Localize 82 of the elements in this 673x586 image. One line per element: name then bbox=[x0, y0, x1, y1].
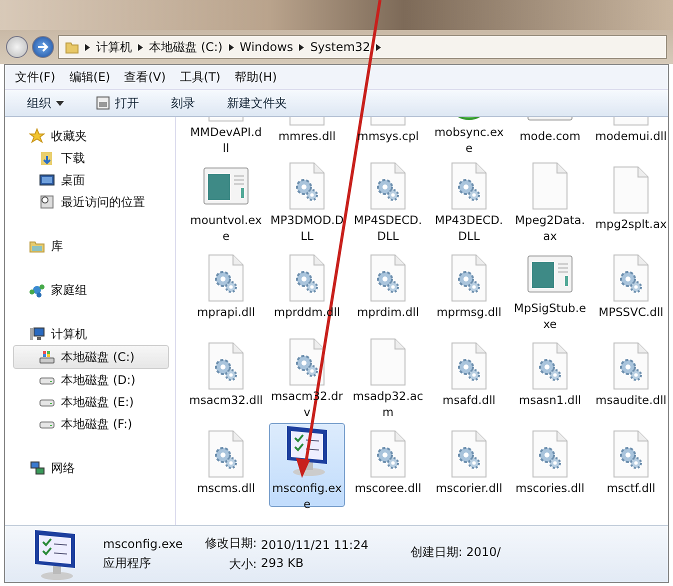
detail-label: 大小: bbox=[228, 556, 257, 573]
chevron-icon bbox=[85, 44, 90, 50]
menu-item[interactable]: 编辑(E) bbox=[69, 68, 110, 86]
desktop-icon bbox=[39, 172, 55, 188]
menu-item[interactable]: 文件(F) bbox=[15, 68, 56, 86]
file-item[interactable]: mmres.dll bbox=[269, 117, 345, 155]
breadcrumb[interactable]: 本地磁盘 (C:) bbox=[149, 38, 223, 56]
detail-label: 创建日期: 2010/ bbox=[410, 544, 501, 560]
network-icon bbox=[29, 460, 45, 476]
breadcrumb[interactable]: System32 bbox=[310, 40, 370, 54]
menu-item[interactable]: 工具(T) bbox=[180, 68, 220, 86]
file-item[interactable]: mountvol.exe bbox=[188, 159, 264, 243]
chevron-icon bbox=[299, 44, 304, 50]
detail-value: 293 KB bbox=[260, 556, 305, 570]
blank-file-icon bbox=[611, 166, 651, 214]
file-item[interactable]: MP43DECD.DLL bbox=[431, 159, 507, 243]
chevron-icon bbox=[376, 44, 382, 50]
arrow-right-icon bbox=[37, 41, 49, 53]
chevron-icon bbox=[228, 44, 234, 50]
toolbar-button[interactable]: 组织 bbox=[25, 92, 66, 114]
file-item[interactable]: MPSSVC.dll bbox=[593, 247, 668, 331]
toolbar-button[interactable]: 打开 bbox=[94, 92, 141, 114]
file-item[interactable]: MMDevAPI.dll bbox=[188, 117, 264, 155]
file-item[interactable]: msadp32.acm bbox=[350, 335, 426, 419]
sidebar-item[interactable]: 本地磁盘 (E:) bbox=[5, 391, 175, 413]
file-item[interactable]: mpg2splt.ax bbox=[593, 159, 668, 243]
sidebar-item[interactable]: 本地磁盘 (C:) bbox=[13, 345, 169, 369]
file-item[interactable]: mprmsg.dll bbox=[431, 247, 507, 331]
file-item[interactable]: msconfig.exe bbox=[269, 423, 345, 507]
menu-item[interactable]: 帮助(H) bbox=[234, 68, 277, 86]
file-type: 应用程序 bbox=[103, 554, 152, 572]
file-item[interactable]: mprdim.dll bbox=[350, 247, 426, 331]
caret-icon bbox=[56, 100, 64, 106]
file-item[interactable]: MP3DMOD.DLL bbox=[269, 159, 345, 243]
recent-icon bbox=[39, 194, 55, 210]
homegroup-icon bbox=[29, 282, 45, 298]
sidebar-item[interactable]: 下载 bbox=[5, 147, 175, 169]
sidebar-item[interactable]: 网络 bbox=[5, 457, 175, 479]
toolbar-button[interactable]: 刻录 bbox=[169, 92, 197, 114]
sidebar-item[interactable]: 收藏夹 bbox=[5, 125, 175, 147]
blank-file-icon bbox=[530, 162, 570, 210]
menu-item[interactable]: 查看(V) bbox=[124, 68, 166, 86]
file-item[interactable]: mscms.dll bbox=[188, 423, 264, 507]
sysdrive-icon bbox=[39, 349, 55, 365]
file-item[interactable]: mobsync.exe bbox=[431, 117, 507, 155]
file-item[interactable]: msasn1.dll bbox=[512, 335, 588, 419]
sidebar-item[interactable]: 本地磁盘 (D:) bbox=[5, 369, 175, 391]
file-item[interactable]: msacm32.dll bbox=[188, 335, 264, 419]
chevron-icon bbox=[138, 44, 143, 50]
file-item[interactable]: modemui.dll bbox=[593, 117, 668, 155]
sidebar-item[interactable]: 库 bbox=[5, 235, 175, 257]
blank-file-icon bbox=[368, 338, 408, 386]
sidebar-item[interactable]: 桌面 bbox=[5, 169, 175, 191]
detail-value: 2010/11/21 11:24 bbox=[260, 538, 368, 552]
file-item[interactable]: msctf.dll bbox=[593, 423, 668, 507]
breadcrumb[interactable]: 计算机 bbox=[96, 38, 132, 56]
address-bar[interactable]: 计算机 本地磁盘 (C:) Windows System32 bbox=[58, 35, 667, 59]
breadcrumb[interactable]: Windows bbox=[240, 40, 294, 54]
file-name: msconfig.exe bbox=[103, 536, 183, 550]
file-item[interactable]: mscorier.dll bbox=[431, 423, 507, 507]
open-icon bbox=[96, 96, 110, 110]
sidebar-item[interactable]: 最近访问的位置 bbox=[5, 191, 175, 213]
star-icon bbox=[29, 128, 45, 144]
file-item[interactable]: mscories.dll bbox=[512, 423, 588, 507]
toolbar-button[interactable]: 新建文件夹 bbox=[225, 92, 289, 114]
file-item[interactable]: mscoree.dll bbox=[350, 423, 426, 507]
file-item[interactable]: MP4SDECD.DLL bbox=[350, 159, 426, 243]
file-item[interactable]: mode.com bbox=[512, 117, 588, 155]
file-item[interactable]: Mpeg2Data.ax bbox=[512, 159, 588, 243]
back-button[interactable] bbox=[6, 36, 28, 58]
forward-button[interactable] bbox=[32, 36, 54, 58]
file-item[interactable]: msafd.dll bbox=[431, 335, 507, 419]
sidebar-item[interactable]: 本地磁盘 (F:) bbox=[5, 413, 175, 435]
file-item[interactable]: mprapi.dll bbox=[188, 247, 264, 331]
detail-label: 修改日期: bbox=[204, 535, 257, 552]
computer-icon bbox=[29, 326, 45, 342]
folder-icon bbox=[65, 40, 79, 54]
file-item[interactable]: msaudite.dll bbox=[593, 335, 668, 419]
file-item[interactable]: MpSigStub.exe bbox=[512, 247, 588, 331]
sidebar-item[interactable]: 家庭组 bbox=[5, 279, 175, 301]
download-icon bbox=[39, 150, 55, 166]
sidebar-item[interactable]: 计算机 bbox=[5, 323, 175, 345]
